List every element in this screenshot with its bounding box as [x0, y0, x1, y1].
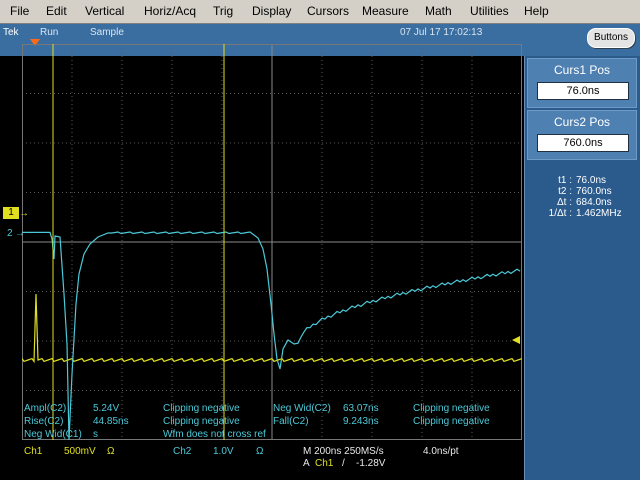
menu-display[interactable]: Display [252, 4, 291, 18]
acquisition-mode: Sample [90, 27, 124, 38]
graticule [22, 44, 522, 440]
ch2-marker-arrow-icon: → [15, 228, 25, 239]
ch1-marker-label: 1 [8, 207, 14, 218]
rise-label: Rise(C2) [24, 416, 64, 427]
menu-vertical[interactable]: Vertical [85, 4, 124, 18]
menu-trig[interactable]: Trig [213, 4, 233, 18]
ampl-label: Ampl(C2) [24, 403, 67, 414]
delta-t-label: Δt : [556, 197, 572, 208]
ch2-scale[interactable]: 1.0V [213, 446, 234, 457]
trigger-prefix: A [303, 458, 310, 469]
curs1-title: Curs1 Pos [553, 63, 611, 77]
negwid-c1-value: s [93, 429, 98, 440]
ch1-marker-arrow-icon: → [19, 208, 29, 219]
fall-label: Fall(C2) [273, 416, 309, 427]
ch1-coupling-icon: Ω [107, 446, 115, 457]
menu-help[interactable]: Help [524, 4, 549, 18]
rise-value: 44.85ns [93, 416, 129, 427]
date-time: 07 Jul 17 17:02:13 [400, 27, 483, 38]
buttons-button[interactable]: Buttons [587, 28, 635, 48]
rise-status: Clipping negative [163, 416, 240, 427]
t2-label: t2 : [558, 186, 572, 197]
menu-bar: File Edit Vertical Horiz/Acq Trig Displa… [0, 0, 640, 24]
curs2-title: Curs2 Pos [553, 115, 611, 129]
ch2-label[interactable]: Ch2 [173, 446, 191, 457]
delta-t-value: 684.0ns [576, 197, 612, 208]
ampl-value: 5.24V [93, 403, 120, 414]
ampl-status: Clipping negative [163, 403, 240, 414]
fall-value: 9.243ns [343, 416, 379, 427]
run-status: Run [40, 27, 59, 38]
menu-utilities[interactable]: Utilities [470, 4, 509, 18]
trigger-slope-icon: / [342, 458, 345, 469]
menu-math[interactable]: Math [425, 4, 452, 18]
waveform-warning: Wfm does not cross ref [163, 429, 266, 440]
ch1-level-icon[interactable] [510, 336, 520, 344]
inverse-delta-t-label: 1/Δt : [548, 208, 572, 219]
ch1-scale[interactable]: 500mV [64, 446, 96, 457]
timebase-readout[interactable]: M 200ns 250MS/s [303, 446, 384, 457]
t2-value: 760.0ns [576, 186, 612, 197]
ch2-marker[interactable]: 2 [7, 228, 13, 239]
ch2-coupling-icon: Ω [256, 446, 264, 457]
menu-cursors[interactable]: Cursors [307, 4, 349, 18]
trigger-level[interactable]: -1.28V [356, 458, 385, 469]
ch1-marker[interactable]: 1 [3, 207, 19, 219]
trigger-source[interactable]: Ch1 [315, 458, 333, 469]
waveform-display[interactable] [22, 44, 522, 440]
resolution-readout: 4.0ns/pt [423, 446, 459, 457]
negwid-c2-value: 63.07ns [343, 403, 379, 414]
menu-edit[interactable]: Edit [46, 4, 67, 18]
inverse-delta-t-value: 1.462MHz [576, 208, 622, 219]
curs2-position-field[interactable]: 760.0ns [537, 134, 629, 152]
negwid-c2-status: Clipping negative [413, 403, 490, 414]
negwid-c1-label: Neg Wid(C1) [24, 429, 82, 440]
menu-horiz-acq[interactable]: Horiz/Acq [144, 4, 196, 18]
ch1-label[interactable]: Ch1 [24, 446, 42, 457]
menu-file[interactable]: File [10, 4, 29, 18]
t1-label: t1 : [558, 175, 572, 186]
negwid-c2-label: Neg Wid(C2) [273, 403, 331, 414]
menu-measure[interactable]: Measure [362, 4, 409, 18]
fall-status: Clipping negative [413, 416, 490, 427]
brand-label: Tek [3, 27, 19, 38]
curs1-position-field[interactable]: 76.0ns [537, 82, 629, 100]
t1-value: 76.0ns [576, 175, 607, 186]
